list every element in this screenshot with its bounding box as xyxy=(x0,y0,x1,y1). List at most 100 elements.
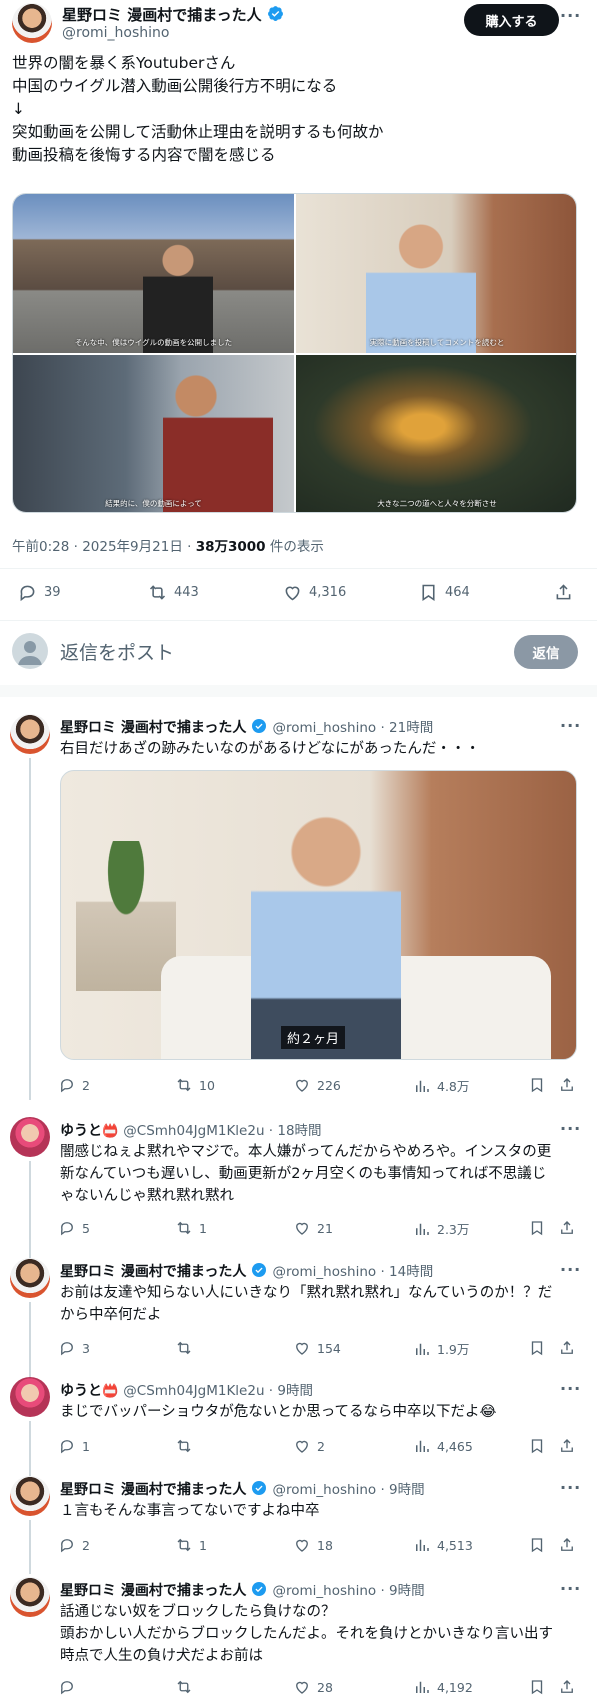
reply-avatar[interactable] xyxy=(10,1117,50,1157)
reply-author-name[interactable]: ゆうと xyxy=(60,1383,102,1399)
like-action[interactable]: 18 xyxy=(293,1536,333,1554)
image-caption: そんな中、僕はウイグルの動画を公開しました xyxy=(74,338,233,347)
person-figure xyxy=(251,806,401,1059)
reply-action[interactable]: 2 xyxy=(58,1076,90,1094)
reply-handle-time[interactable]: @romi_hoshino · 21時間 xyxy=(273,720,434,736)
bookmark-action[interactable] xyxy=(528,1437,546,1455)
reply-handle-time[interactable]: @romi_hoshino · 9時間 xyxy=(273,1583,425,1599)
buy-button[interactable]: 購入する xyxy=(464,4,559,36)
reply-avatar[interactable] xyxy=(10,1476,50,1516)
like-action[interactable]: 154 xyxy=(293,1339,341,1357)
bookmark-action[interactable] xyxy=(528,1219,546,1237)
like-count: 18 xyxy=(317,1537,333,1553)
more-options-icon[interactable]: ··· xyxy=(560,1379,581,1398)
reply-author-name[interactable]: 星野ロミ 漫画村で捕まった人 xyxy=(60,1583,246,1599)
more-options-icon[interactable]: ··· xyxy=(560,1119,581,1138)
reply-avatar[interactable] xyxy=(10,714,50,754)
more-options-icon[interactable]: ··· xyxy=(560,1478,581,1497)
reply-handle-time[interactable]: @romi_hoshino · 14時間 xyxy=(273,1264,434,1280)
reply-author-name[interactable]: 星野ロミ 漫画村で捕まった人 xyxy=(60,720,246,736)
reply-avatar[interactable] xyxy=(10,1377,50,1417)
reply-line: 話通じない奴をブロックしたら負けなの？ xyxy=(60,1604,336,1620)
reply-handle-time[interactable]: @CSmh04JgM1Kle2u · 18時間 xyxy=(123,1123,321,1139)
author-name-row[interactable]: 星野ロミ 漫画村で捕まった人 xyxy=(62,4,284,25)
like-action[interactable]: 21 xyxy=(293,1219,333,1237)
bookmark-icon xyxy=(531,1221,543,1236)
share-action[interactable] xyxy=(558,1219,576,1237)
like-action[interactable]: 4,316 xyxy=(282,582,346,603)
repost-action[interactable]: 1 xyxy=(175,1536,207,1554)
reply-author-name[interactable]: ゆうと xyxy=(60,1123,102,1139)
share-action[interactable] xyxy=(558,1076,576,1094)
repost-action[interactable] xyxy=(175,1678,193,1696)
share-action[interactable] xyxy=(558,1678,576,1696)
reply-action[interactable]: 3 xyxy=(58,1339,90,1357)
reply-line: から中卒何だよ xyxy=(60,1307,162,1323)
reply-icon xyxy=(61,1440,73,1454)
views-action[interactable]: 2.3万 xyxy=(413,1219,469,1238)
bookmark-action[interactable] xyxy=(528,1678,546,1696)
view-count: 2.3万 xyxy=(437,1222,470,1237)
view-count: 4,192 xyxy=(437,1679,473,1695)
reply-avatar[interactable] xyxy=(10,1258,50,1298)
repost-action[interactable] xyxy=(175,1339,199,1357)
media-image-room[interactable]: 実際に動画を投稿してコメントを読むと xyxy=(296,194,576,353)
repost-action[interactable]: 1 xyxy=(175,1219,207,1237)
views-action[interactable]: 1.9万 xyxy=(413,1339,469,1358)
bookmark-icon xyxy=(531,1538,543,1553)
post-timestamp[interactable]: 午前0:28 · 2025年9月21日 · xyxy=(12,539,196,555)
like-action[interactable]: 28 xyxy=(293,1678,333,1696)
media-image-aerial[interactable]: 大きな二つの道へと人々を分断させ xyxy=(296,355,576,512)
reply-media[interactable]: 約２ヶ月 xyxy=(60,770,577,1060)
reply-count: 2 xyxy=(82,1537,90,1553)
reply-action[interactable]: 1 xyxy=(58,1437,90,1455)
author-avatar[interactable] xyxy=(12,3,52,43)
like-action[interactable]: 226 xyxy=(293,1076,341,1094)
reply-author-name[interactable]: 星野ロミ 漫画村で捕まった人 xyxy=(60,1482,246,1498)
repost-action[interactable] xyxy=(175,1437,199,1455)
repost-count: 1 xyxy=(199,1537,207,1553)
heart-icon xyxy=(296,1222,308,1235)
bookmark-action[interactable] xyxy=(528,1339,546,1357)
reply-avatar[interactable] xyxy=(10,1577,50,1617)
more-options-icon[interactable]: ··· xyxy=(560,716,581,735)
author-handle[interactable]: @romi_hoshino xyxy=(62,25,169,41)
like-action[interactable]: 2 xyxy=(293,1437,325,1455)
views-action[interactable]: 4,465 xyxy=(413,1437,473,1455)
media-image-atm[interactable]: 結果的に、僕の動画によって xyxy=(13,355,294,512)
repost-action[interactable]: 10 xyxy=(175,1076,215,1094)
bookmark-action[interactable] xyxy=(528,1536,546,1554)
reply-action[interactable] xyxy=(58,1678,76,1696)
bookmark-count: 464 xyxy=(445,585,470,600)
share-action[interactable] xyxy=(558,1437,576,1455)
share-action[interactable] xyxy=(558,1339,576,1357)
views-chart-icon xyxy=(416,1539,429,1551)
repost-action[interactable]: 443 xyxy=(147,582,199,603)
share-action[interactable] xyxy=(553,582,574,603)
more-options-icon[interactable]: ··· xyxy=(560,1579,581,1598)
views-action[interactable]: 4,192 xyxy=(413,1678,473,1696)
bookmark-action[interactable]: 464 xyxy=(418,582,470,603)
reply-author-name[interactable]: 星野ロミ 漫画村で捕まった人 xyxy=(60,1264,246,1280)
reply-action[interactable]: 5 xyxy=(58,1219,90,1237)
media-image-street[interactable]: そんな中、僕はウイグルの動画を公開しました xyxy=(13,194,294,353)
reply-action[interactable]: 39 xyxy=(17,582,61,603)
reply-input[interactable]: 返信をポスト xyxy=(60,638,174,665)
current-user-avatar[interactable] xyxy=(12,633,48,669)
reply-handle-time[interactable]: @CSmh04JgM1Kle2u · 9時間 xyxy=(123,1383,313,1399)
reply-icon xyxy=(61,1681,73,1695)
main-post-text: 世界の闇を暴く系Youtuberさん 中国のウイグル潜入動画公開後行方不明になる… xyxy=(12,52,587,167)
author-name[interactable]: 星野ロミ 漫画村で捕まった人 xyxy=(62,6,262,24)
bookmark-action[interactable] xyxy=(528,1076,546,1094)
views-action[interactable]: 4,513 xyxy=(413,1536,473,1554)
reply-button[interactable]: 返信 xyxy=(514,635,578,669)
reply-handle-time[interactable]: @romi_hoshino · 9時間 xyxy=(273,1482,425,1498)
reply-action[interactable]: 2 xyxy=(58,1536,90,1554)
more-options-icon[interactable]: ··· xyxy=(560,6,581,25)
heart-icon xyxy=(296,1342,308,1355)
more-options-icon[interactable]: ··· xyxy=(560,1260,581,1279)
share-action[interactable] xyxy=(558,1536,576,1554)
main-post-line: 突如動画を公開して活動休止理由を説明するも何故か xyxy=(12,123,384,141)
repost-icon xyxy=(177,1538,191,1552)
views-action[interactable]: 4.8万 xyxy=(413,1076,469,1095)
